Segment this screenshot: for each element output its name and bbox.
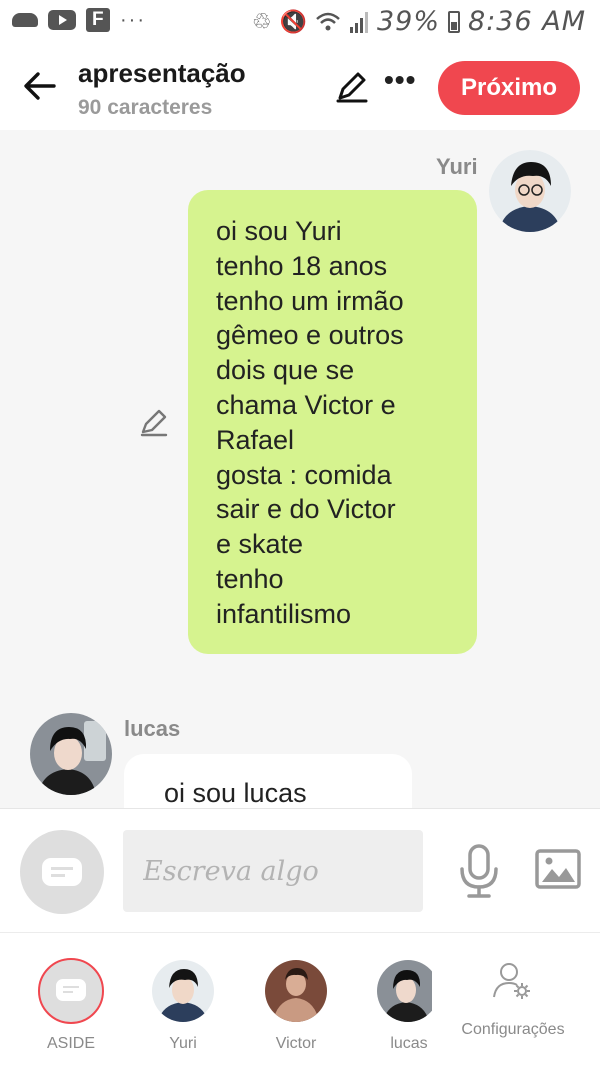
tab-label: Yuri bbox=[169, 1035, 197, 1052]
clock: 8:36 AM bbox=[468, 6, 586, 37]
notification-icons: ··· bbox=[12, 8, 146, 32]
aside-avatar bbox=[38, 958, 104, 1024]
composer-bar bbox=[0, 808, 600, 932]
page-title: apresentação bbox=[78, 58, 246, 88]
message-input[interactable] bbox=[123, 830, 423, 912]
cloud-icon bbox=[12, 13, 38, 27]
chat-area[interactable]: Yuri oi sou Yuri tenho 18 anos tenho um … bbox=[0, 130, 600, 808]
status-bar: ··· ♲ 🔇 39% 8:36 AM bbox=[0, 0, 600, 44]
avatar[interactable] bbox=[30, 713, 112, 795]
character-count: 90 caracteres bbox=[78, 96, 213, 119]
header: apresentação 90 caracteres ••• Próximo bbox=[0, 44, 600, 130]
avatar bbox=[152, 960, 214, 1022]
sender-name: Yuri bbox=[436, 154, 478, 179]
message-bubble[interactable]: oi sou lucas bbox=[124, 754, 412, 808]
flipboard-icon bbox=[86, 8, 110, 32]
edit-message-icon[interactable] bbox=[138, 406, 170, 438]
message-bubble[interactable]: oi sou Yuri tenho 18 anos tenho um irmão… bbox=[188, 190, 477, 654]
user-settings-icon bbox=[493, 963, 530, 999]
mute-icon: 🔇 bbox=[279, 8, 307, 34]
next-button[interactable]: Próximo bbox=[438, 61, 580, 115]
tab-label: Configurações bbox=[461, 1021, 565, 1038]
back-arrow-icon[interactable] bbox=[20, 66, 60, 106]
tab-label: lucas bbox=[390, 1035, 428, 1052]
tab-aside[interactable]: ASIDE bbox=[30, 933, 112, 1067]
tab-yuri[interactable]: Yuri bbox=[142, 933, 224, 1067]
battery-icon bbox=[448, 10, 461, 33]
sender-name: lucas bbox=[124, 716, 181, 741]
microphone-icon[interactable] bbox=[458, 843, 500, 899]
more-options-icon[interactable]: ••• bbox=[384, 66, 420, 102]
signal-icon bbox=[350, 11, 368, 33]
recycle-icon: ♲ bbox=[251, 8, 272, 34]
wifi-icon bbox=[316, 12, 340, 30]
pencil-icon[interactable] bbox=[334, 68, 370, 104]
chat-bubble-icon bbox=[56, 979, 86, 1001]
tab-label: Victor bbox=[275, 1035, 317, 1052]
avatar bbox=[377, 960, 432, 1022]
avatar bbox=[265, 960, 327, 1022]
system-icons: ♲ 🔇 39% 8:36 AM bbox=[252, 6, 586, 37]
bottom-nav: ASIDE Yuri Victor lucas Configurações bbox=[0, 932, 600, 1067]
avatar[interactable] bbox=[489, 150, 571, 232]
chat-bubble-icon bbox=[42, 858, 82, 886]
more-notifications-icon: ··· bbox=[120, 8, 146, 31]
tab-label: ASIDE bbox=[46, 1035, 95, 1052]
battery-percent: 39% bbox=[377, 6, 441, 37]
tab-victor[interactable]: Victor bbox=[255, 933, 337, 1067]
aside-toggle-button[interactable] bbox=[20, 830, 104, 914]
tab-lucas[interactable]: lucas bbox=[368, 933, 432, 1067]
tab-settings[interactable]: Configurações bbox=[446, 933, 580, 1067]
youtube-icon bbox=[48, 10, 76, 30]
image-icon[interactable] bbox=[535, 849, 581, 889]
